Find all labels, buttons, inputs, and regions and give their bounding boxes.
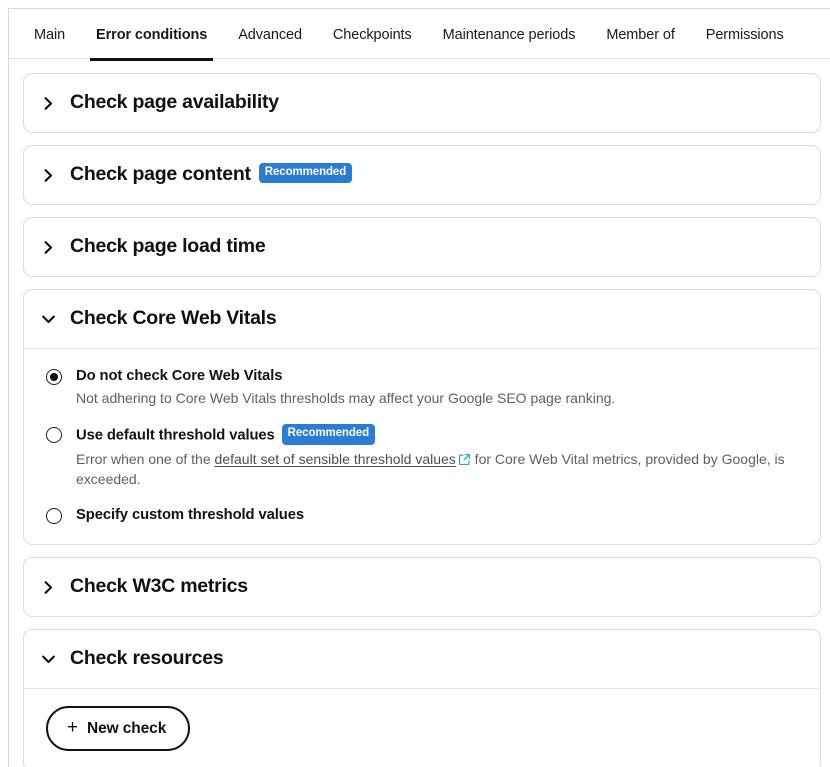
- section-header[interactable]: Check resources: [24, 630, 820, 690]
- section-title: Check resources: [70, 647, 224, 670]
- chevron-down-icon: [42, 313, 55, 326]
- section-check-resources: Check resources + New check: [23, 629, 821, 767]
- section-header[interactable]: Check page content Recommended: [24, 146, 820, 204]
- recommended-badge: Recommended: [258, 162, 353, 184]
- new-check-label: New check: [87, 719, 167, 737]
- radio-option-use-default-thresholds[interactable]: Use default threshold values Recommended …: [46, 424, 800, 490]
- section-header[interactable]: Check W3C metrics: [24, 558, 820, 616]
- section-check-page-content: Check page content Recommended: [23, 145, 821, 205]
- radio-option-specify-custom-thresholds[interactable]: Specify custom threshold values: [46, 506, 800, 524]
- tab-label: Checkpoints: [332, 27, 412, 43]
- tab-permissions[interactable]: Permissions: [706, 9, 784, 60]
- section-title: Check Core Web Vitals: [70, 307, 277, 330]
- tab-label: Maintenance periods: [442, 27, 576, 43]
- tab-label: Advanced: [238, 27, 302, 43]
- resources-body: + New check: [24, 689, 820, 767]
- settings-panel: Main Error conditions Advanced Checkpoin…: [8, 8, 830, 767]
- section-check-core-web-vitals: Check Core Web Vitals Do not check Core …: [23, 289, 821, 546]
- tab-member-of[interactable]: Member of: [606, 9, 675, 60]
- chevron-right-icon: [42, 96, 55, 110]
- section-check-w3c-metrics: Check W3C metrics: [23, 557, 821, 618]
- radio-label: Use default threshold values: [76, 427, 275, 444]
- chevron-right-icon: [42, 168, 55, 182]
- radio-description: Not adhering to Core Web Vitals threshol…: [76, 390, 616, 407]
- section-header[interactable]: Check Core Web Vitals: [24, 290, 820, 349]
- radio-label: Do not check Core Web Vitals: [76, 368, 283, 384]
- radio-option-do-not-check[interactable]: Do not check Core Web Vitals Not adherin…: [46, 367, 800, 409]
- radio-description: Error when one of the default set of sen…: [76, 450, 791, 490]
- section-check-page-availability: Check page availability: [23, 73, 821, 133]
- tab-maintenance-periods[interactable]: Maintenance periods: [443, 9, 576, 60]
- section-title: Check W3C metrics: [70, 575, 248, 598]
- radio-label: Specify custom threshold values: [76, 506, 304, 523]
- radio-button[interactable]: [46, 369, 62, 385]
- description-text-before: Error when one of the: [76, 450, 215, 467]
- new-check-button[interactable]: + New check: [46, 706, 191, 752]
- tab-bar: Main Error conditions Advanced Checkpoin…: [9, 9, 830, 60]
- external-link-icon[interactable]: [458, 453, 470, 465]
- chevron-right-icon: [42, 580, 55, 594]
- section-check-page-load-time: Check page load time: [23, 217, 821, 277]
- section-title: Check page content: [70, 163, 251, 186]
- tab-label: Member of: [606, 27, 675, 43]
- chevron-down-icon: [42, 653, 55, 666]
- threshold-values-link[interactable]: default set of sensible threshold values: [215, 451, 456, 467]
- section-header[interactable]: Check page availability: [24, 74, 820, 132]
- tab-checkpoints[interactable]: Checkpoints: [333, 9, 412, 60]
- tab-advanced[interactable]: Advanced: [238, 9, 302, 60]
- tab-label: Error conditions: [96, 27, 208, 43]
- recommended-badge: Recommended: [281, 424, 375, 445]
- tab-label: Permissions: [705, 27, 784, 43]
- section-header[interactable]: Check page load time: [24, 218, 820, 276]
- chevron-right-icon: [42, 240, 55, 254]
- error-conditions-panel: Check page availability Check page conte…: [9, 59, 830, 767]
- radio-button[interactable]: [46, 427, 62, 444]
- section-title: Check page availability: [70, 91, 279, 114]
- radio-button[interactable]: [46, 507, 62, 524]
- core-web-vitals-options: Do not check Core Web Vitals Not adherin…: [24, 349, 820, 544]
- plus-icon: +: [67, 717, 78, 739]
- tab-main[interactable]: Main: [34, 9, 65, 60]
- section-title: Check page load time: [70, 235, 266, 258]
- tab-label: Main: [34, 27, 66, 43]
- tab-error-conditions[interactable]: Error conditions: [90, 9, 214, 60]
